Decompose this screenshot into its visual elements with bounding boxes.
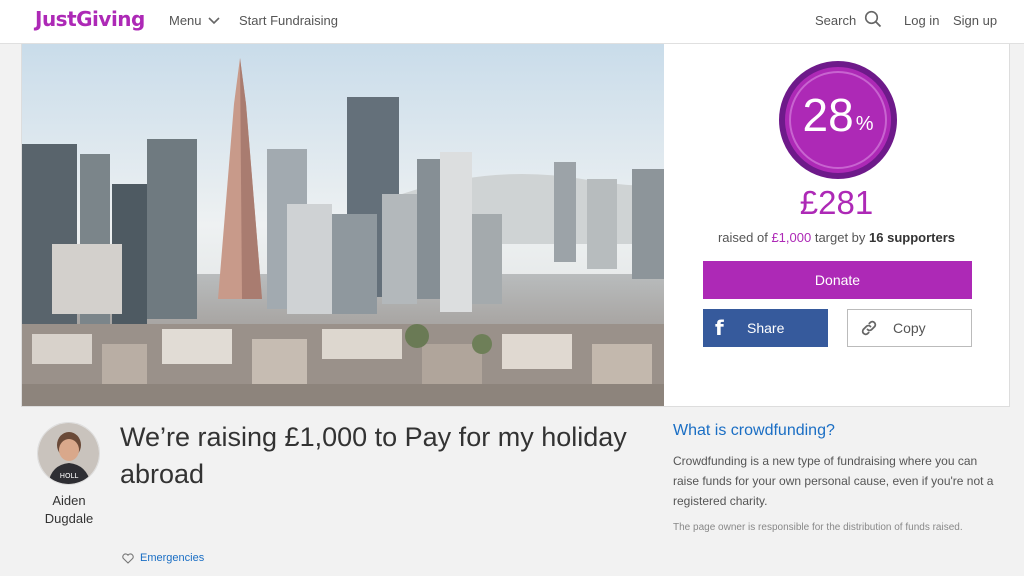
site-header: JustGiving Menu Start Fundraising Search… [0,0,1024,44]
supporters-count: 16 supporters [869,230,956,245]
raised-summary: raised of £1,000 target by 16 supporters [682,230,991,245]
owner-name[interactable]: Aiden Dugdale [29,492,109,528]
link-icon [861,320,877,336]
share-label: Share [747,320,785,336]
category-link[interactable]: Emergencies [122,552,204,564]
search-label: Search [815,13,857,28]
progress-percent-sign: % [855,113,874,135]
heart-icon [122,552,134,564]
donate-button[interactable]: Donate [703,261,972,299]
raised-amount: £281 [799,184,874,221]
copy-link-button[interactable]: Copy [847,309,972,347]
progress-percent-value: 28 [802,89,854,141]
facebook-icon: f [715,316,724,340]
owner-avatar[interactable]: HOLL [37,422,100,485]
copy-label: Copy [893,320,926,336]
crowdfunding-disclaimer: The page owner is responsible for the di… [673,522,963,533]
owner-last-name: Dugdale [44,511,94,526]
justgiving-logo[interactable]: JustGiving [35,7,145,31]
fundraising-hero-card: 28 % £281 raised of £1,000 target by 16 … [21,44,1010,407]
svg-text:HOLL: HOLL [60,472,79,480]
menu-button[interactable]: Menu [169,13,220,28]
progress-circle: 28 % [779,61,897,179]
search-button[interactable]: Search [815,10,882,28]
search-icon [865,10,882,28]
target-mid: target by [811,230,870,245]
start-fundraising-link[interactable]: Start Fundraising [239,13,338,28]
chevron-down-icon [207,16,220,24]
raised-prefix: raised of [717,230,772,245]
login-link[interactable]: Log in [904,13,939,28]
menu-label: Menu [169,13,202,28]
city-skyline-image [22,44,664,406]
owner-first-name: Aiden [52,493,86,508]
category-label: Emergencies [140,552,205,564]
share-button[interactable]: f Share [703,309,828,347]
page-title: We’re raising £1,000 to Pay for my holid… [120,422,627,489]
signup-link[interactable]: Sign up [953,13,997,28]
target-amount: £1,000 [771,230,812,245]
crowdfunding-description: Crowdfunding is a new type of fundraisin… [673,454,994,508]
crowdfunding-heading[interactable]: What is crowdfunding? [673,422,835,440]
